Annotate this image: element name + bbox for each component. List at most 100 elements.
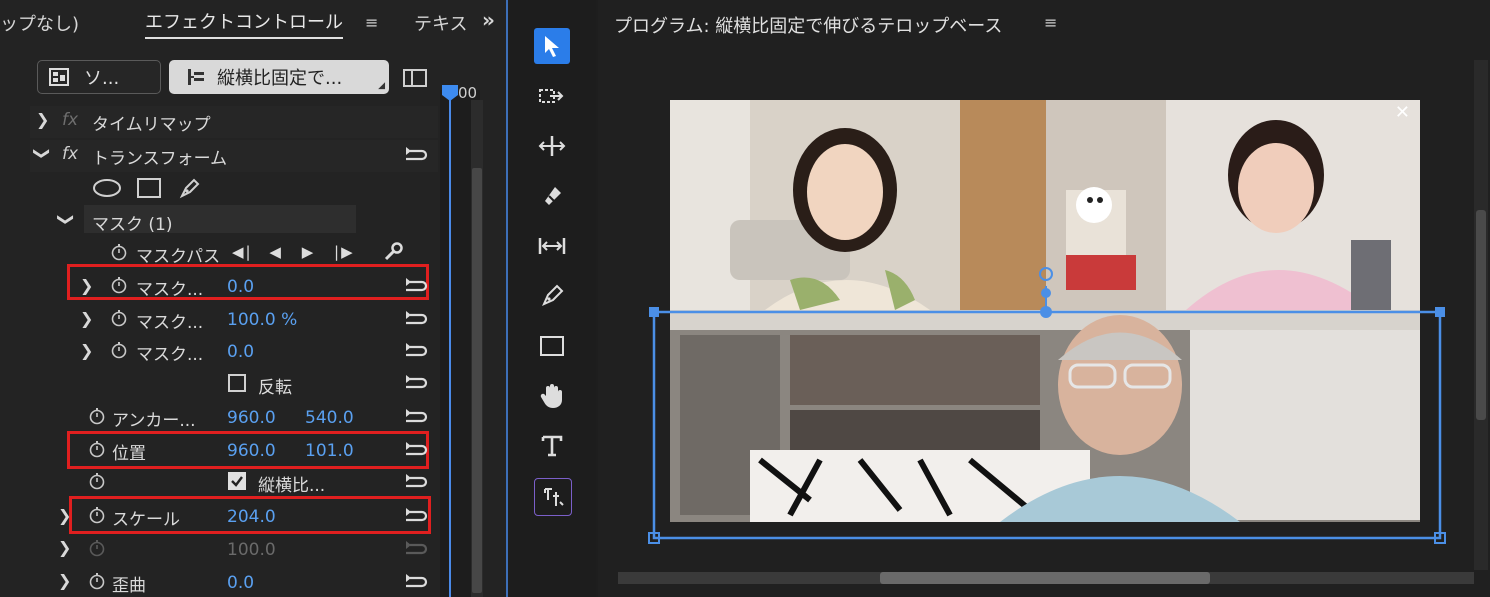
scale-label: スケール — [112, 510, 180, 530]
reset-icon[interactable] — [404, 508, 428, 524]
mask-opacity-value[interactable]: 100.0 % — [227, 310, 297, 330]
timeremap-label: タイムリマップ — [92, 115, 211, 135]
program-vertical-scrollbar-thumb[interactable] — [1476, 210, 1486, 420]
selection-tool[interactable] — [534, 28, 570, 64]
invert-checkbox[interactable] — [228, 374, 246, 392]
stopwatch-icon[interactable] — [110, 243, 128, 261]
stopwatch-icon[interactable] — [110, 276, 128, 294]
track-select-tool[interactable] — [534, 78, 570, 114]
type-tool[interactable] — [534, 428, 570, 464]
pen-tool[interactable] — [534, 278, 570, 314]
reset-icon[interactable] — [404, 278, 428, 294]
vertical-text-tool[interactable] — [534, 478, 572, 516]
collapse-transform-icon[interactable]: ❯ — [33, 147, 52, 160]
skew-label: 歪曲 — [112, 576, 146, 596]
tab-previous[interactable]: ップなし) — [0, 10, 79, 36]
stopwatch-icon — [89, 540, 105, 557]
track-backward-icon[interactable]: ◀ — [269, 243, 283, 261]
expand-mask-opacity-icon[interactable]: ❯ — [80, 309, 93, 328]
track-forward-icon[interactable]: ▶ — [302, 243, 316, 261]
stopwatch-icon[interactable] — [88, 407, 106, 425]
transform-bounding-box[interactable] — [648, 258, 1448, 544]
ripple-edit-tool[interactable] — [534, 128, 570, 164]
stopwatch-icon[interactable] — [110, 341, 128, 359]
wrench-icon[interactable] — [382, 241, 404, 263]
tab-text[interactable]: テキス — [414, 10, 467, 36]
dropdown-corner-icon: ◢ — [378, 81, 385, 91]
active-clip-selector[interactable]: 縦横比固定で... ◢ — [169, 60, 389, 94]
uniform-scale-label: 縦横比... — [258, 476, 326, 496]
expand-mask-feather-icon[interactable]: ❯ — [80, 276, 93, 295]
anchor-x-value[interactable]: 960.0 — [227, 408, 276, 428]
scale-value[interactable]: 204.0 — [227, 507, 276, 527]
program-horizontal-scrollbar-thumb[interactable] — [880, 572, 1210, 584]
panel-menu-icon[interactable]: ≡ — [365, 13, 378, 32]
stopwatch-icon[interactable] — [88, 572, 106, 590]
stopwatch-icon[interactable] — [88, 506, 106, 524]
transform-label: トランスフォーム — [92, 149, 228, 169]
expand-skew-icon[interactable]: ❯ — [58, 571, 71, 590]
handle-top-left — [649, 307, 659, 317]
mask-feather-value[interactable]: 0.0 — [227, 277, 254, 297]
reset-icon[interactable] — [404, 147, 428, 163]
reset-icon[interactable] — [404, 375, 428, 391]
razor-icon — [545, 187, 561, 205]
anchor-y-value[interactable]: 540.0 — [305, 408, 354, 428]
source-clip-label: ソ... — [84, 68, 120, 89]
playhead-handle-icon[interactable] — [440, 84, 460, 102]
expand-scale-width-icon[interactable]: ❯ — [58, 538, 71, 557]
position-label: 位置 — [112, 444, 146, 464]
reset-icon[interactable] — [404, 474, 428, 490]
reset-icon[interactable] — [404, 574, 428, 590]
expand-scale-icon[interactable]: ❯ — [58, 506, 71, 525]
uniform-scale-checkbox[interactable] — [228, 472, 246, 490]
rectangle-tool[interactable] — [534, 328, 570, 364]
stopwatch-icon[interactable] — [88, 472, 106, 490]
mask-feather-label: マスク... — [136, 280, 204, 300]
track-backward-one-icon[interactable]: ◀| — [232, 243, 253, 261]
source-clip-selector[interactable]: ソ... — [37, 60, 161, 94]
position-x-value[interactable]: 960.0 — [227, 441, 276, 461]
expand-mask-expansion-icon[interactable]: ❯ — [80, 341, 93, 360]
collapse-mask-icon[interactable]: ❯ — [57, 213, 76, 226]
stopwatch-icon[interactable] — [88, 440, 106, 458]
pen-mask-icon[interactable] — [178, 176, 202, 200]
overlay-close-icon[interactable]: ✕ — [1395, 102, 1410, 123]
reset-icon[interactable] — [404, 311, 428, 327]
skew-value[interactable]: 0.0 — [227, 573, 254, 593]
handle-top-center — [1040, 306, 1052, 318]
fx-toggle-icon[interactable]: fx — [62, 144, 78, 164]
razor-tool[interactable] — [534, 178, 570, 214]
ellipse-mask-icon[interactable] — [92, 178, 122, 198]
playhead-line[interactable] — [449, 96, 451, 597]
reset-icon — [406, 541, 428, 555]
hand-tool[interactable] — [534, 378, 570, 414]
timeline-toggle-icon[interactable] — [403, 68, 427, 88]
program-monitor-title[interactable]: プログラム: 縦横比固定で伸びるテロップベース — [614, 12, 1002, 38]
mask-opacity-label: マスク... — [136, 313, 204, 333]
slip-tool[interactable] — [534, 228, 570, 264]
overflow-tabs-button[interactable]: » — [482, 8, 495, 32]
tab-effect-controls[interactable]: エフェクトコントロール — [145, 8, 343, 39]
reset-icon[interactable] — [404, 442, 428, 458]
vertical-type-icon — [544, 488, 564, 506]
type-icon — [541, 435, 563, 457]
arrow-cursor-icon — [545, 36, 559, 57]
reset-icon[interactable] — [404, 409, 428, 425]
mask-expansion-label: マスク... — [136, 345, 204, 365]
anchor-label: アンカー... — [112, 411, 196, 431]
program-menu-icon[interactable]: ≡ — [1044, 13, 1057, 32]
rectangle-mask-icon[interactable] — [136, 177, 162, 199]
reset-icon[interactable] — [404, 343, 428, 359]
rectangle-icon — [540, 336, 564, 356]
effect-scrollbar-thumb[interactable] — [472, 168, 482, 593]
stopwatch-icon[interactable] — [110, 309, 128, 327]
expand-timeremap-icon[interactable]: ❯ — [36, 110, 49, 129]
sequence-icon — [49, 68, 69, 86]
track-forward-one-icon[interactable]: |▶ — [334, 243, 355, 261]
anchor-point-handle — [1041, 288, 1051, 298]
hand-icon — [540, 384, 562, 408]
fx-icon: fx — [62, 110, 79, 130]
position-y-value[interactable]: 101.0 — [305, 441, 354, 461]
mask-expansion-value[interactable]: 0.0 — [227, 342, 254, 362]
